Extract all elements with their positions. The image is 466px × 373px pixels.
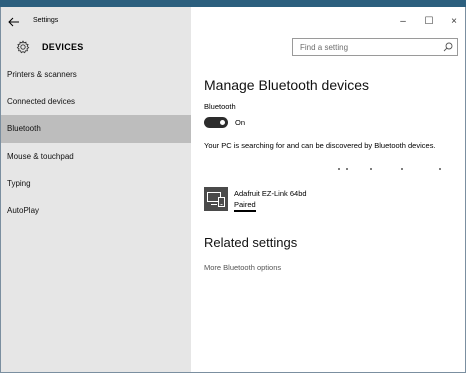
progress-dot — [439, 168, 441, 170]
progress-dot — [346, 168, 348, 170]
back-arrow-icon[interactable] — [8, 17, 20, 27]
sidebar-item-connected-devices[interactable]: Connected devices — [1, 88, 191, 116]
page-title: Manage Bluetooth devices — [204, 77, 369, 93]
window-title: Settings — [33, 17, 59, 24]
toggle-state-label: On — [235, 118, 246, 127]
toggle-knob — [220, 120, 225, 125]
content-pane — [191, 7, 465, 372]
sidebar-item-mouse-touchpad[interactable]: Mouse & touchpad — [1, 143, 191, 171]
minimize-button[interactable]: – — [396, 16, 410, 28]
sidebar-item-typing[interactable]: Typing — [1, 170, 191, 198]
search-icon[interactable] — [443, 42, 453, 52]
progress-dot — [338, 168, 340, 170]
bluetooth-label: Bluetooth — [204, 102, 236, 111]
more-bluetooth-options-link[interactable]: More Bluetooth options — [204, 263, 281, 272]
sidebar-item-bluetooth[interactable]: Bluetooth — [1, 115, 191, 143]
close-button[interactable]: × — [447, 16, 461, 28]
title-accent-bar — [0, 0, 466, 7]
search-placeholder: Find a setting — [300, 43, 349, 52]
progress-dot — [401, 168, 403, 170]
section-title: DEVICES — [42, 42, 84, 52]
sidebar-item-autoplay[interactable]: AutoPlay — [1, 197, 191, 225]
title-bar: Settings – ☐ × — [1, 7, 465, 35]
progress-dot — [370, 168, 372, 170]
device-status: Paired — [234, 200, 256, 212]
device-icon[interactable] — [204, 187, 228, 211]
device-name[interactable]: Adafruit EZ-Link 64bd — [234, 189, 307, 198]
bluetooth-toggle[interactable] — [204, 117, 228, 128]
related-settings-heading: Related settings — [204, 235, 298, 250]
maximize-button[interactable]: ☐ — [422, 16, 436, 28]
search-input[interactable]: Find a setting — [292, 38, 458, 56]
discovery-status-text: Your PC is searching for and can be disc… — [204, 141, 436, 150]
sidebar-item-printers-scanners[interactable]: Printers & scanners — [1, 61, 191, 89]
gear-icon — [16, 40, 30, 54]
